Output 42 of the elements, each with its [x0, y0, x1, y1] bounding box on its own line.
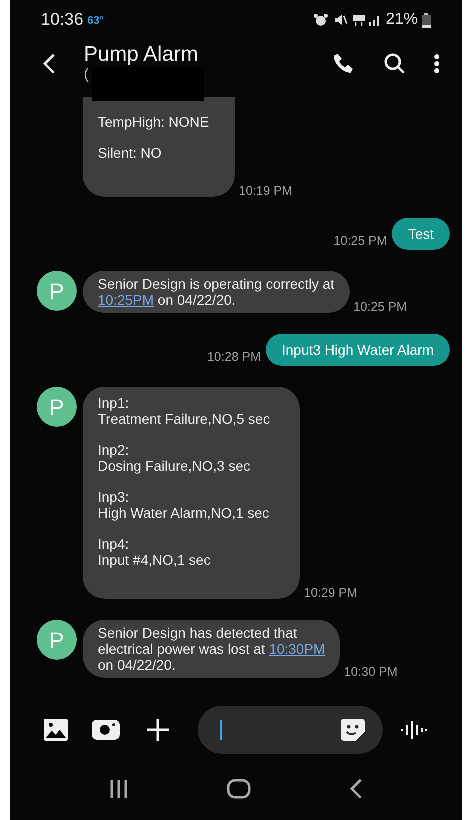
message-time: 10:28 PM: [207, 350, 261, 364]
signal-icon: [368, 14, 382, 26]
message-field[interactable]: [198, 706, 383, 754]
message-text: Test: [408, 226, 434, 242]
avatar[interactable]: P: [37, 271, 77, 311]
message-text: Silent: NO: [98, 145, 163, 161]
message-text: TempHigh: NONE: [98, 114, 210, 130]
time-link[interactable]: 10:25PM: [98, 292, 154, 308]
home-icon[interactable]: [227, 779, 251, 799]
more-icon[interactable]: [434, 54, 440, 74]
avatar[interactable]: P: [37, 387, 77, 427]
battery-percent: 21%: [386, 10, 418, 30]
search-icon[interactable]: [383, 52, 407, 76]
clock: 10:36: [41, 9, 84, 32]
sticker-icon[interactable]: [341, 719, 365, 741]
message-time: 10:25 PM: [334, 234, 388, 248]
message-time: 10:30 PM: [344, 665, 398, 679]
message-time: 10:19 PM: [239, 184, 293, 198]
phone-icon[interactable]: [332, 52, 356, 76]
battery-icon: [422, 12, 431, 28]
message-text: Inp1: Treatment Failure,NO,5 sec: [98, 395, 272, 427]
back-icon[interactable]: [42, 53, 56, 75]
message-time: 10:29 PM: [304, 586, 358, 600]
message-text: Input3 High Water Alarm: [282, 342, 434, 358]
voice-icon[interactable]: [401, 720, 427, 740]
message-text: Senior Design has detected that electrical power was lost at 10:30PM on 04/22/20.: [98, 625, 326, 673]
contact-subtitle: (: [84, 66, 89, 84]
back-nav-icon[interactable]: [349, 779, 363, 799]
message-text: Inp2: Dosing Failure,NO,3 sec: [98, 442, 252, 474]
message-time: 10:25 PM: [354, 300, 408, 314]
camera-icon[interactable]: [92, 720, 120, 740]
message-text: Senior Design is operating correctly at 10:25PM on 04/22/20.: [98, 276, 335, 308]
message-text: Inp3: High Water Alarm,NO,1 sec: [98, 489, 270, 521]
temperature: 63°: [88, 14, 104, 29]
mute-icon: [334, 13, 348, 27]
contact-name: Pump Alarm: [84, 44, 198, 66]
message-text: Inp4: Input #4,NO,1 sec: [98, 536, 212, 568]
recent-apps-icon[interactable]: [109, 780, 129, 798]
avatar[interactable]: P: [37, 620, 77, 660]
plus-icon[interactable]: [146, 718, 170, 742]
time-link[interactable]: 10:30PM: [269, 641, 326, 657]
gallery-icon[interactable]: [44, 719, 68, 741]
